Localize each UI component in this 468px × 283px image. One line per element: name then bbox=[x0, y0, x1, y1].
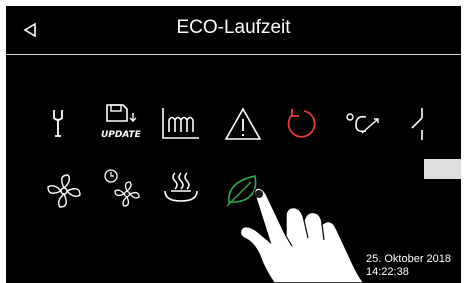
side-panel-handle[interactable] bbox=[424, 159, 461, 179]
warning-icon[interactable] bbox=[221, 103, 265, 147]
switch-icon[interactable] bbox=[400, 102, 444, 146]
page-title: ECO-Laufzeit bbox=[176, 17, 291, 38]
temperature-icon[interactable] bbox=[342, 103, 386, 147]
wrench-icon[interactable] bbox=[36, 100, 80, 144]
heating-curve-icon[interactable] bbox=[159, 102, 203, 146]
hot-water-icon[interactable] bbox=[159, 165, 203, 209]
time-label: 14:22:38 bbox=[366, 266, 409, 278]
fan-timer-icon[interactable] bbox=[101, 166, 145, 210]
date-label: 25. Oktober 2018 bbox=[366, 253, 452, 265]
update-label: UPDATE bbox=[101, 130, 142, 140]
pointing-hand-icon bbox=[239, 187, 365, 283]
device-screen: ECO-Laufzeit UPDATE 25. Oktober 2018 14:… bbox=[6, 6, 461, 283]
date-time-display: 25. Oktober 2018 14:22:38 bbox=[366, 253, 451, 279]
title-bar: ECO-Laufzeit bbox=[6, 6, 461, 55]
fan-icon[interactable] bbox=[42, 169, 86, 213]
update-icon[interactable]: UPDATE bbox=[99, 99, 143, 143]
reset-icon[interactable] bbox=[280, 103, 324, 147]
